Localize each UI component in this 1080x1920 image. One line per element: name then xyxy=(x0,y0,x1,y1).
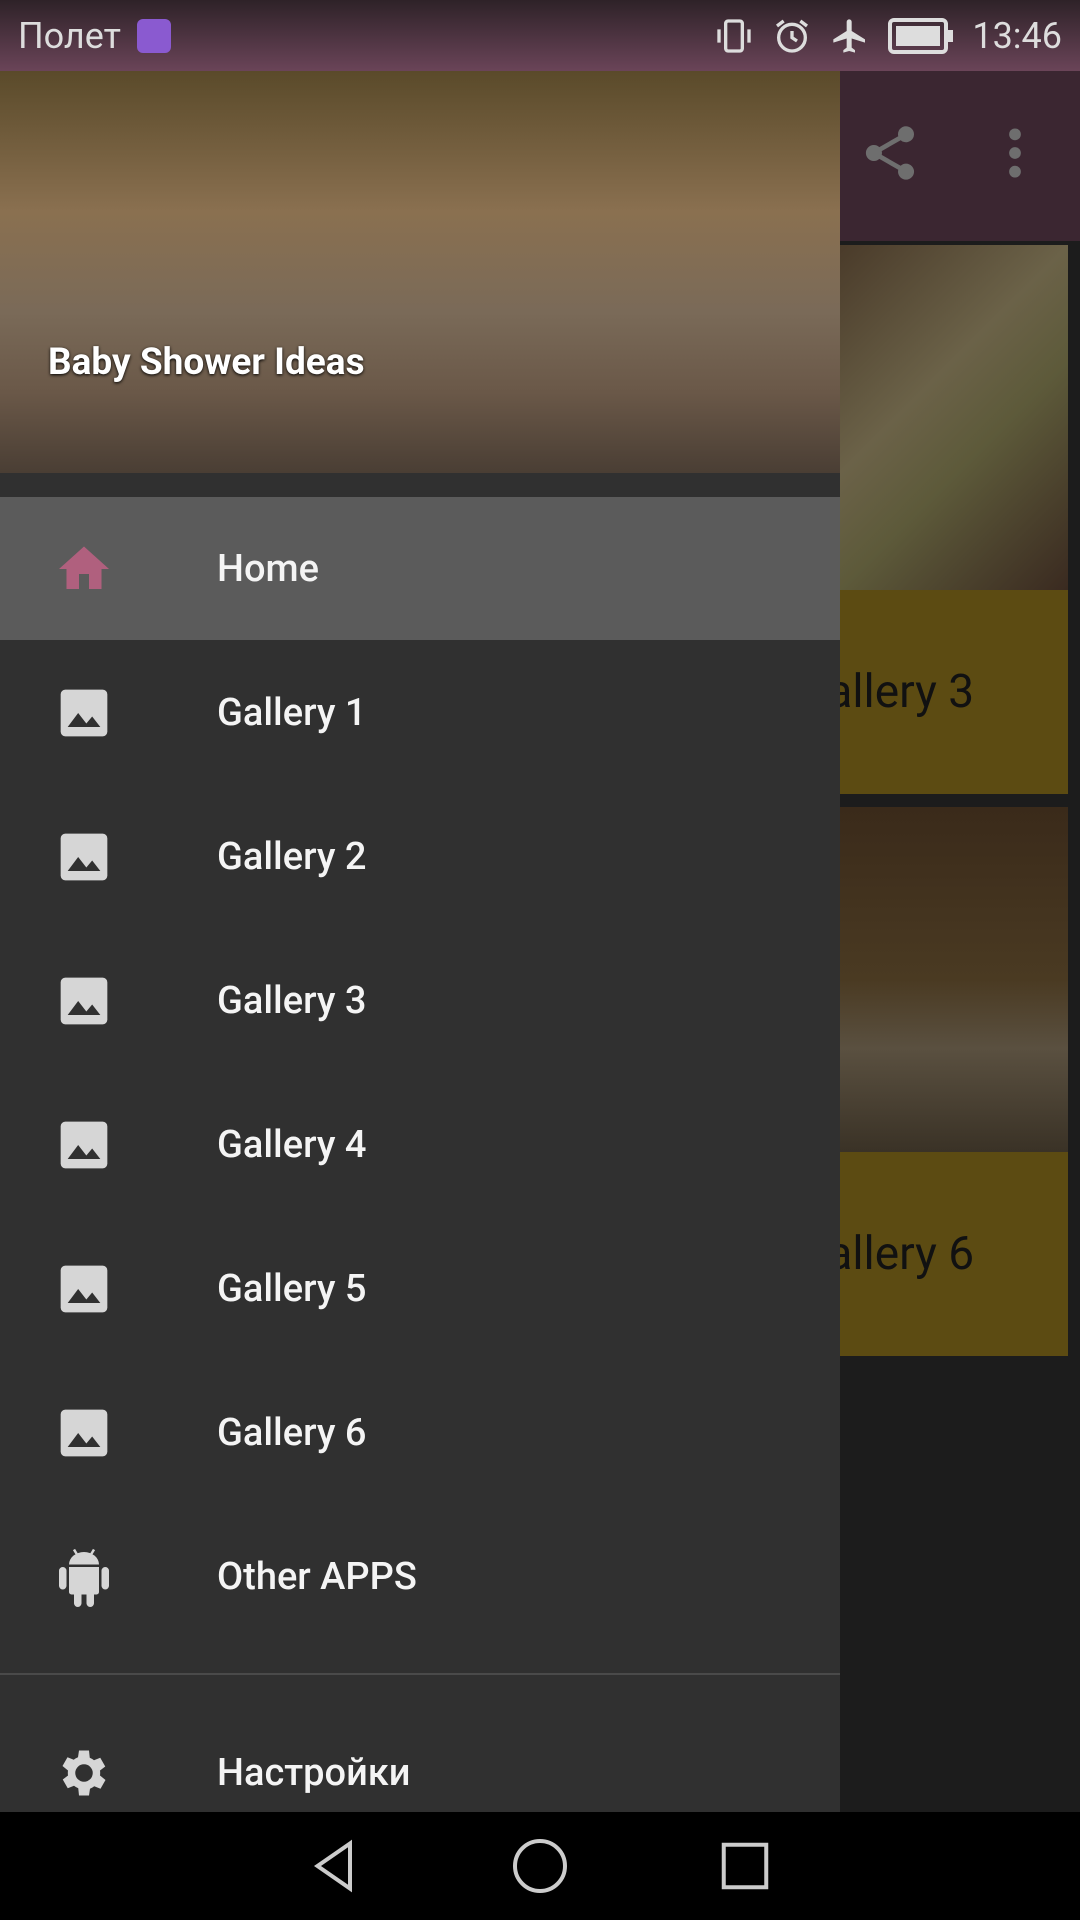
image-icon xyxy=(60,977,108,1024)
share-icon[interactable] xyxy=(858,121,922,185)
drawer-item-label: Gallery 2 xyxy=(217,834,367,879)
carrier-label: Полет xyxy=(18,14,121,57)
drawer-item-gallery-2[interactable]: Gallery 2 xyxy=(0,785,840,928)
gallery-icon xyxy=(136,18,171,53)
drawer-item-other-apps[interactable]: Other APPS xyxy=(0,1505,840,1648)
card-label: Gallery 3 xyxy=(840,665,975,719)
card-image xyxy=(840,807,1068,1152)
drawer-item-label: Other APPS xyxy=(217,1554,417,1599)
drawer-item-label: Gallery 6 xyxy=(217,1410,367,1455)
card-image xyxy=(840,245,1068,590)
back-icon[interactable] xyxy=(305,1836,365,1896)
drawer-header-image: Baby Shower Ideas xyxy=(0,71,840,473)
drawer-item-label: Настройки xyxy=(217,1750,411,1795)
drawer-item-label: Home xyxy=(217,546,319,591)
drawer-divider xyxy=(0,1673,840,1675)
drawer-item-gallery-4[interactable]: Gallery 4 xyxy=(0,1073,840,1216)
image-icon xyxy=(60,1265,108,1312)
navigation-drawer: Baby Shower Ideas Home Gallery 1 Gallery… xyxy=(0,71,840,1812)
home-circle-icon[interactable] xyxy=(510,1836,570,1896)
image-icon xyxy=(60,1121,108,1168)
drawer-item-gallery-6[interactable]: Gallery 6 xyxy=(0,1361,840,1504)
gallery-card[interactable]: Gallery 6 xyxy=(840,807,1068,1356)
drawer-header-title: Baby Shower Ideas xyxy=(48,341,365,384)
drawer-item-gallery-5[interactable]: Gallery 5 xyxy=(0,1217,840,1360)
drawer-item-gallery-3[interactable]: Gallery 3 xyxy=(0,929,840,1072)
image-icon xyxy=(60,1409,108,1456)
drawer-item-home[interactable]: Home xyxy=(0,497,840,640)
gear-icon xyxy=(62,1750,106,1795)
drawer-item-label: Gallery 3 xyxy=(217,978,367,1023)
drawer-item-label: Gallery 4 xyxy=(217,1122,367,1167)
airplane-icon xyxy=(833,18,866,53)
navigation-bar xyxy=(0,1812,1080,1920)
gallery-card[interactable]: Gallery 3 xyxy=(840,245,1068,794)
alarm-icon xyxy=(776,19,809,53)
drawer-item-label: Gallery 5 xyxy=(217,1266,367,1311)
image-icon xyxy=(60,689,108,736)
android-icon xyxy=(59,1548,109,1607)
status-bar: Полет 13:46 xyxy=(0,0,1080,71)
drawer-item-gallery-1[interactable]: Gallery 1 xyxy=(0,641,840,784)
home-icon xyxy=(59,546,109,589)
vibrate-icon xyxy=(717,18,752,53)
recents-icon[interactable] xyxy=(715,1836,775,1896)
clock: 13:46 xyxy=(972,14,1062,57)
battery-icon xyxy=(888,17,954,54)
drawer-item-label: Gallery 1 xyxy=(217,690,367,735)
card-label: Gallery 6 xyxy=(840,1227,975,1281)
image-icon xyxy=(60,833,108,880)
more-vert-icon[interactable] xyxy=(995,121,1035,185)
